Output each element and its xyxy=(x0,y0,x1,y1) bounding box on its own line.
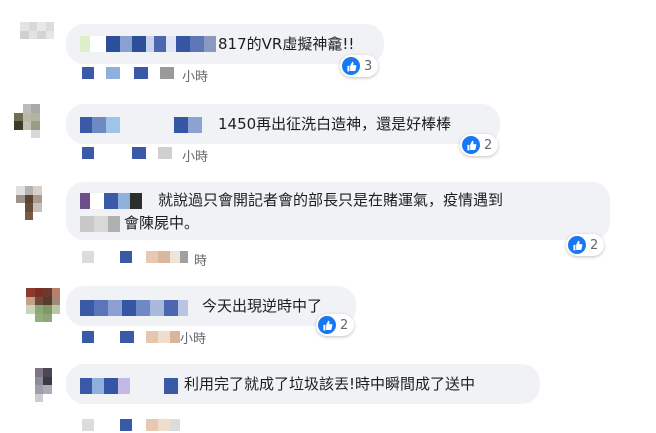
avatar[interactable] xyxy=(14,104,48,138)
like-icon xyxy=(342,57,360,75)
comment-text-line-1: 就說過只會開記者會的部長只是在賭運氣，疫情遇到 xyxy=(158,191,504,209)
avatar[interactable] xyxy=(26,368,60,402)
commenter-name[interactable] xyxy=(80,193,142,209)
reaction-count[interactable]: 2 xyxy=(460,134,499,156)
reaction-count[interactable]: 3 xyxy=(340,55,379,77)
like-icon xyxy=(318,316,336,334)
comment-actions[interactable] xyxy=(82,418,180,432)
comment-actions[interactable] xyxy=(82,330,180,344)
comment-actions[interactable] xyxy=(82,250,188,264)
commenter-name[interactable] xyxy=(80,36,216,52)
avatar[interactable] xyxy=(20,22,54,56)
like-icon xyxy=(462,136,480,154)
like-icon xyxy=(568,236,586,254)
comment-time[interactable]: 時 xyxy=(194,250,207,269)
comment-time[interactable]: 小時 xyxy=(180,328,206,347)
blurred-text xyxy=(80,216,120,232)
avatar[interactable] xyxy=(26,288,60,322)
reaction-count[interactable]: 2 xyxy=(566,234,605,256)
comment-time[interactable]: 小時 xyxy=(182,66,208,85)
avatar[interactable] xyxy=(16,186,50,220)
reaction-count[interactable]: 2 xyxy=(316,314,355,336)
comment-time[interactable]: 小時 xyxy=(182,146,208,165)
commenter-name[interactable] xyxy=(80,300,188,316)
comment-text-line-2: 會陳屍中。 xyxy=(124,214,200,232)
comment-actions[interactable] xyxy=(82,66,174,80)
commenter-name[interactable] xyxy=(80,117,202,133)
comment-actions[interactable] xyxy=(82,146,172,160)
comment-text: 利用完了就成了垃圾該丟!時中瞬間成了送中 xyxy=(184,375,476,393)
commenter-name[interactable] xyxy=(80,378,178,394)
comment-text: 今天出現逆時中了 xyxy=(202,297,323,315)
comment-text: 817的VR虛擬神龕!! xyxy=(218,35,355,53)
comment-text: 1450再出征洗白造神，還是好棒棒 xyxy=(218,115,452,133)
